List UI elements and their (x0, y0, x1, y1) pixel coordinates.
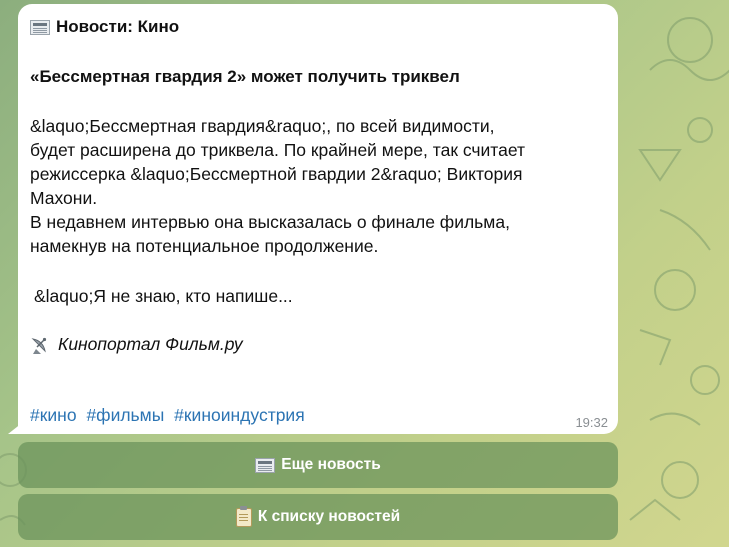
hashtag-filmy[interactable]: #фильмы (86, 405, 164, 425)
article-source-label: Кинопортал Фильм.ру (58, 334, 243, 354)
clipboard-icon (235, 505, 252, 527)
back-to-list-button[interactable]: К списку новостей (18, 494, 618, 540)
article-body-line: будет расширена до триквела. По крайней … (30, 140, 525, 160)
article-body-line: В недавнем интервью она высказалась о фи… (30, 212, 510, 232)
article-body-line: намекнув на потенциальное продолжение. (30, 236, 379, 256)
back-to-list-label: К списку новостей (257, 508, 401, 525)
hashtag-kinoindustriya[interactable]: #киноиндустрия (174, 405, 305, 425)
article-source: Кинопортал Фильм.ру (30, 334, 606, 355)
article-body-line: Махони. (30, 188, 98, 208)
hashtag-list: #кино #фильмы #киноиндустрия (30, 405, 310, 426)
hashtag-kino[interactable]: #кино (30, 405, 77, 425)
more-news-button[interactable]: Еще новость (18, 442, 618, 488)
article-title: «Бессмертная гвардия 2» может получить т… (30, 67, 460, 86)
newspaper-icon (255, 457, 276, 473)
article-quote: &laquo;Я не знаю, кто напише... (34, 286, 293, 306)
more-news-label: Еще новость (281, 456, 381, 473)
article-body: &laquo;Бессмертная гвардия&raquo;, по вс… (30, 114, 606, 258)
newspaper-icon (30, 19, 50, 35)
channel-header-label: Новости: Кино (56, 17, 180, 36)
article-body-line: &laquo;Бессмертная гвардия&raquo;, по вс… (30, 116, 495, 136)
satellite-dish-icon (31, 337, 47, 354)
message-bubble: Новости: Кино «Бессмертная гвардия 2» мо… (18, 4, 618, 434)
channel-header: Новости: Кино (30, 16, 606, 38)
message-time: 19:32 (575, 415, 608, 430)
article-body-line: режиссерка &laquo;Бессмертной гвардии 2&… (30, 164, 523, 184)
